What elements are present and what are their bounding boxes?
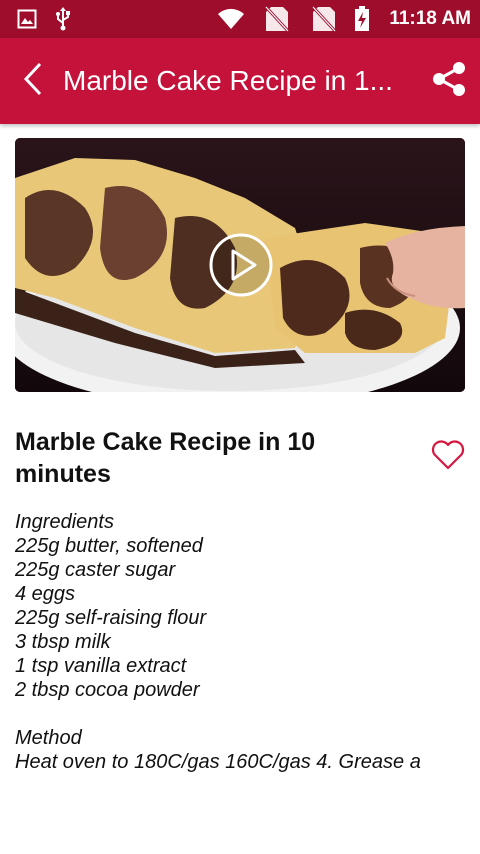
recipe-description: Ingredients 225g butter, softened 225g c…	[15, 510, 475, 778]
recipe-line	[15, 702, 475, 726]
page-title: Marble Cake Recipe in 1...	[63, 65, 393, 96]
recipe-line: Ingredients	[15, 511, 114, 533]
recipe-line: 1 tsp vanilla extract	[15, 655, 187, 677]
status-time: 11:18 AM	[389, 8, 471, 29]
chevron-left-icon	[22, 62, 44, 101]
wifi-icon	[215, 0, 247, 38]
usb-icon	[52, 0, 74, 38]
recipe-line: Method	[15, 727, 82, 749]
recipe-line: 3 tbsp milk	[15, 631, 111, 653]
recipe-line: 225g caster sugar	[15, 559, 176, 581]
favorite-button[interactable]	[428, 437, 468, 477]
recipe-line: Heat oven to 180C/gas 160C/gas 4. Grease…	[15, 751, 421, 773]
recipe-line: 4 eggs	[15, 583, 76, 605]
no-sim-icon	[309, 0, 339, 38]
play-circle-icon[interactable]	[208, 232, 274, 298]
share-icon	[430, 60, 468, 103]
heart-outline-icon	[431, 439, 465, 475]
back-button[interactable]	[8, 56, 58, 106]
status-bar: 11:18 AM	[0, 0, 480, 38]
recipe-line: 225g self-raising flour	[15, 607, 207, 629]
recipe-line: 2 tbsp cocoa powder	[15, 679, 200, 701]
recipe-line: 225g butter, softened	[15, 535, 203, 557]
no-sim-icon	[262, 0, 292, 38]
video-thumbnail[interactable]	[15, 138, 465, 392]
share-button[interactable]	[424, 56, 474, 106]
recipe-title: Marble Cake Recipe in 10 minutes	[15, 428, 316, 488]
gallery-icon	[14, 0, 40, 38]
app-bar: Marble Cake Recipe in 1...	[0, 38, 480, 124]
battery-charging-icon	[352, 0, 372, 38]
